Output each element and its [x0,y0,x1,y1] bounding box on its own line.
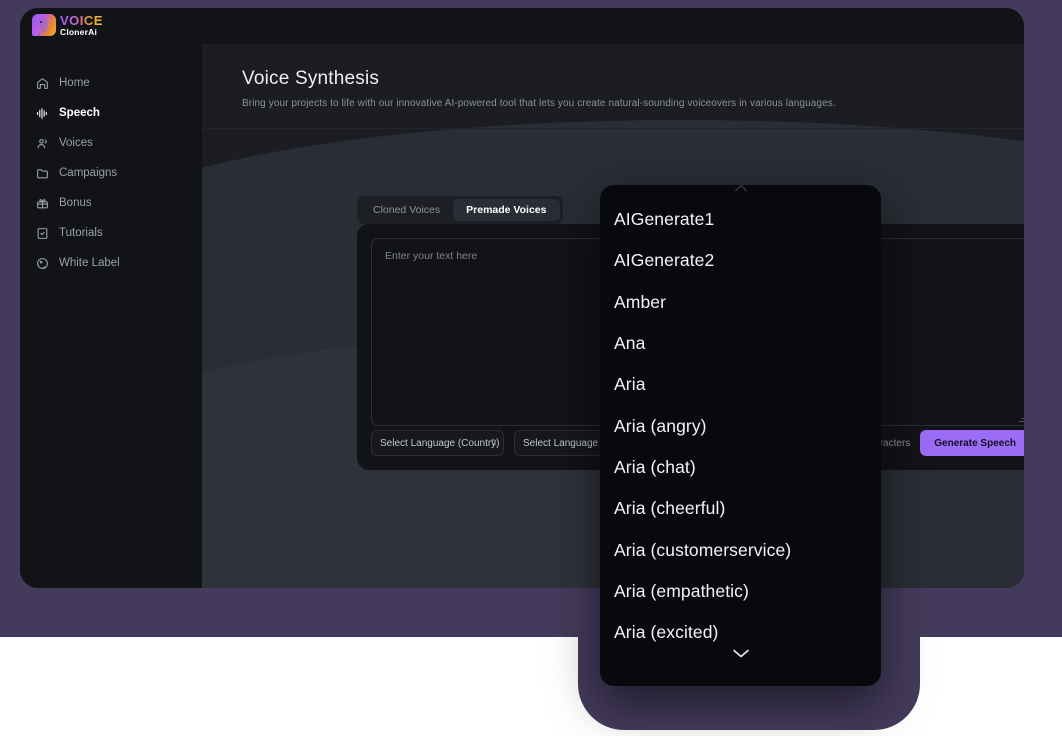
speech-bubble-face-icon [32,14,56,37]
voice-source-tabs: Cloned Voices Premade Voices [357,196,563,224]
voice-option[interactable]: Aria (cheerful) [600,488,881,529]
voice-option[interactable]: Aria (customerservice) [600,529,881,570]
folder-icon [36,167,49,180]
page-subtitle: Bring your projects to life with our inn… [242,98,836,109]
voice-options-list: AIGenerate1 AIGenerate2 Amber Ana Aria A… [600,199,881,653]
voice-option[interactable]: AIGenerate1 [600,199,881,240]
voice-option[interactable]: Aria (empathetic) [600,571,881,612]
sidebar-item-label: Bonus [59,197,92,209]
brand-logo[interactable]: VOICE ClonerAi [32,14,103,37]
chevron-down-icon[interactable] [600,647,881,662]
speech-text-placeholder: Enter your text here [385,250,478,262]
screen: VOICE ClonerAi Home Speech Voices Campai… [0,0,1062,736]
sidebar-item-voices[interactable]: Voices [20,128,202,158]
sidebar-item-speech[interactable]: Speech [20,98,202,128]
home-icon [36,77,49,90]
gift-icon [36,197,49,210]
sidebar-item-tutorials[interactable]: Tutorials [20,218,202,248]
users-icon [36,137,49,150]
chevron-updown-icon: ⇅ [490,438,497,447]
generate-speech-button[interactable]: Generate Speech [920,430,1024,456]
sidebar-item-home[interactable]: Home [20,68,202,98]
tab-cloned-voices[interactable]: Cloned Voices [360,199,453,221]
book-icon [36,227,49,240]
sidebar-item-bonus[interactable]: Bonus [20,188,202,218]
waveform-icon [36,107,49,120]
sidebar-item-label: Campaigns [59,167,118,179]
chevron-up-icon[interactable] [734,185,747,194]
voice-option[interactable]: AIGenerate2 [600,240,881,281]
page-title: Voice Synthesis [242,68,380,89]
voice-option[interactable]: Aria (chat) [600,447,881,488]
header-divider [202,128,1024,129]
country-language-select-value: Select Language (Country) [380,437,500,449]
country-language-select[interactable]: Select Language (Country) ⇅ [371,430,504,456]
top-bar: VOICE ClonerAi [20,8,1024,44]
sidebar-item-label: Speech [59,107,100,119]
voice-option[interactable]: Amber [600,282,881,323]
tab-premade-voices[interactable]: Premade Voices [453,199,560,221]
voice-option[interactable]: Ana [600,323,881,364]
sidebar-item-label: Home [59,77,90,89]
brand-wordmark: VOICE ClonerAi [60,14,103,37]
sidebar-item-campaigns[interactable]: Campaigns [20,158,202,188]
sidebar-item-label: Tutorials [59,227,103,239]
sidebar-item-label: White Label [59,257,120,269]
sidebar: Home Speech Voices Campaigns Bonus Tutor… [20,44,202,588]
voice-option[interactable]: Aria [600,364,881,405]
language-select-value: Select Language [523,437,599,449]
voice-options-dropdown: AIGenerate1 AIGenerate2 Amber Ana Aria A… [600,185,881,686]
voice-option[interactable]: Aria (angry) [600,405,881,446]
palette-icon [36,257,49,270]
sidebar-item-label: Voices [59,137,93,149]
sidebar-item-white-label[interactable]: White Label [20,248,202,278]
brand-name-top: VOICE [60,13,103,28]
resize-grip-icon[interactable] [1018,414,1024,423]
brand-name-bottom: ClonerAi [60,27,98,37]
page-header: Voice Synthesis Bring your projects to l… [242,68,982,109]
